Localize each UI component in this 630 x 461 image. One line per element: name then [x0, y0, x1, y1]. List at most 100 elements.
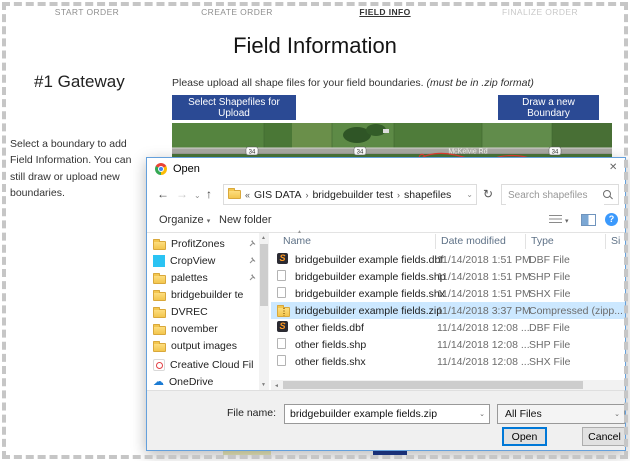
dialog-main: ProfitZones CropView palettes bridgebuil… — [147, 229, 625, 390]
sidebar-item-bridgebuilder[interactable]: bridgebuilder te — [153, 287, 257, 303]
cancel-button[interactable]: Cancel — [582, 427, 625, 446]
route-shield-icon: 34 — [245, 146, 259, 156]
boundary-helper-text: Select a boundary to add Field Informati… — [10, 138, 132, 199]
sidebar-item-profitzones[interactable]: ProfitZones — [153, 236, 257, 252]
cropview-app-icon — [153, 255, 165, 267]
column-header-size[interactable]: Si — [611, 235, 620, 247]
breadcrumb[interactable]: « GIS DATA › bridgebuilder test › shapef… — [223, 184, 477, 205]
folder-icon — [153, 306, 166, 318]
file-row[interactable]: bridgebuilder example fields.dbf 11/14/2… — [271, 251, 625, 268]
route-shield-icon: 34 — [353, 146, 367, 156]
satellite-map[interactable]: 34 34 34 McKelvie Rd — [172, 123, 612, 161]
column-header-type[interactable]: Type — [531, 235, 554, 247]
zip-file-icon — [277, 305, 290, 317]
breadcrumb-separator-icon: › — [305, 189, 309, 200]
field-heading: #1 Gateway — [34, 72, 125, 91]
sidebar-item-dvrec[interactable]: DVREC — [153, 304, 257, 320]
shx-file-icon — [277, 355, 286, 366]
search-icon — [603, 190, 611, 198]
file-row[interactable]: bridgebuilder example fields.shp 11/14/2… — [271, 268, 625, 285]
folder-icon — [228, 188, 241, 199]
scroll-up-icon[interactable]: ▲ — [261, 235, 266, 241]
history-dropdown-icon[interactable]: ⌄ — [194, 191, 201, 200]
svg-text:34: 34 — [552, 150, 559, 156]
view-dropdown-icon[interactable]: ▾ — [565, 217, 569, 225]
pin-icon — [249, 238, 257, 250]
nav-create-order[interactable]: CREATE ORDER — [201, 7, 273, 17]
address-dropdown-icon[interactable]: ⌄ — [466, 190, 473, 199]
dbf-file-icon — [277, 253, 288, 264]
breadcrumb-segment[interactable]: bridgebuilder test — [312, 189, 393, 201]
dialog-footer: File name: bridgebuilder example fields.… — [147, 390, 625, 450]
svg-text:34: 34 — [357, 150, 364, 156]
column-header-date[interactable]: Date modified — [441, 235, 506, 247]
file-list: ▲ Name Date modified Type Si bridgebuild… — [271, 229, 625, 390]
file-row[interactable]: bridgebuilder example fields.shx 11/14/2… — [271, 285, 625, 302]
sidebar-item-output-images[interactable]: output images — [153, 338, 257, 354]
forward-icon: → — [176, 187, 188, 201]
file-row-selected[interactable]: bridgebuilder example fields.zip 11/14/2… — [271, 302, 625, 319]
view-mode-icon[interactable] — [549, 215, 562, 225]
open-button[interactable]: Open — [502, 427, 547, 446]
organize-menu[interactable]: Organize ▾ — [159, 214, 210, 226]
preview-pane-icon[interactable] — [581, 214, 596, 226]
breadcrumb-segment[interactable]: shapefiles — [404, 189, 451, 201]
folder-icon — [153, 323, 166, 335]
file-name-label: File name: — [227, 407, 277, 419]
open-file-dialog: Open ✕ ← → ⌄ ↑ « GIS DATA › bridgebuilde… — [146, 157, 626, 451]
sidebar-item-creative-cloud[interactable]: Creative Cloud Fil — [153, 357, 257, 373]
column-header-name[interactable]: Name — [283, 235, 311, 247]
breadcrumb-segment[interactable]: GIS DATA — [254, 189, 301, 201]
shp-file-icon — [277, 338, 286, 349]
breadcrumb-prefix: « — [245, 189, 251, 200]
file-row[interactable]: other fields.shx 11/14/2018 12:08 ... SH… — [271, 353, 625, 370]
sidebar-item-onedrive[interactable]: ☁ OneDrive — [153, 374, 257, 390]
file-row[interactable]: other fields.shp 11/14/2018 12:08 ... SH… — [271, 336, 625, 353]
sidebar-item-palettes[interactable]: palettes — [153, 270, 257, 286]
help-icon[interactable]: ? — [605, 213, 618, 226]
sidebar-item-cropview[interactable]: CropView — [153, 253, 257, 269]
zip-format-note: (must be in .zip format) — [426, 77, 534, 89]
nav-field-info[interactable]: FIELD INFO — [359, 7, 410, 17]
select-shapefiles-button[interactable]: Select Shapefiles for Upload — [172, 95, 296, 120]
new-folder-button[interactable]: New folder — [219, 214, 272, 226]
onedrive-cloud-icon: ☁ — [153, 376, 164, 388]
screenshot-frame: START ORDER CREATE ORDER FIELD INFO FINA… — [0, 0, 630, 461]
horizontal-scrollbar[interactable]: ◄ — [271, 380, 625, 390]
chevron-down-icon: ⌄ — [614, 411, 620, 418]
scrollbar-thumb[interactable] — [283, 381, 583, 389]
upload-instruction: Please upload all shape files for your f… — [172, 77, 534, 89]
chevron-down-icon: ▾ — [206, 218, 211, 225]
sidebar-item-november[interactable]: november — [153, 321, 257, 337]
scroll-down-icon[interactable]: ▼ — [261, 382, 266, 388]
scroll-left-icon[interactable]: ◄ — [274, 383, 279, 389]
file-type-select[interactable]: All Files ⌄ — [497, 404, 625, 424]
column-divider — [525, 234, 526, 249]
file-row[interactable]: other fields.dbf 11/14/2018 12:08 ... DB… — [271, 319, 625, 336]
folder-icon — [153, 340, 166, 352]
chrome-icon — [155, 163, 167, 175]
dialog-toolbar: Organize ▾ New folder ▾ ? — [147, 210, 625, 233]
folder-icon — [153, 289, 166, 301]
search-box[interactable] — [501, 184, 619, 205]
scrollbar-thumb[interactable] — [260, 244, 268, 306]
dialog-titlebar[interactable]: Open ✕ — [147, 158, 625, 180]
nav-start-order[interactable]: START ORDER — [55, 7, 119, 17]
map-satellite-image: 34 34 34 McKelvie Rd — [172, 123, 612, 161]
back-icon[interactable]: ← — [157, 187, 169, 201]
up-folder-icon[interactable]: ↑ — [206, 187, 212, 201]
svg-text:34: 34 — [249, 150, 256, 156]
sidebar-scrollbar[interactable]: ▲ ▼ — [259, 233, 269, 390]
draw-boundary-button[interactable]: Draw a new Boundary — [498, 95, 599, 120]
nav-finalize-order: FINALIZE ORDER — [502, 7, 578, 17]
file-name-input[interactable]: bridgebuilder example fields.zip ⌄ — [284, 404, 490, 424]
search-input[interactable] — [506, 186, 604, 205]
refresh-icon[interactable]: ↻ — [483, 187, 493, 201]
folder-icon — [153, 238, 166, 250]
close-icon[interactable]: ✕ — [609, 162, 617, 173]
chevron-down-icon[interactable]: ⌄ — [479, 410, 485, 418]
dialog-title: Open — [173, 163, 200, 175]
page-title: Field Information — [233, 33, 397, 58]
creative-cloud-icon — [153, 359, 165, 371]
pin-icon — [249, 272, 257, 284]
